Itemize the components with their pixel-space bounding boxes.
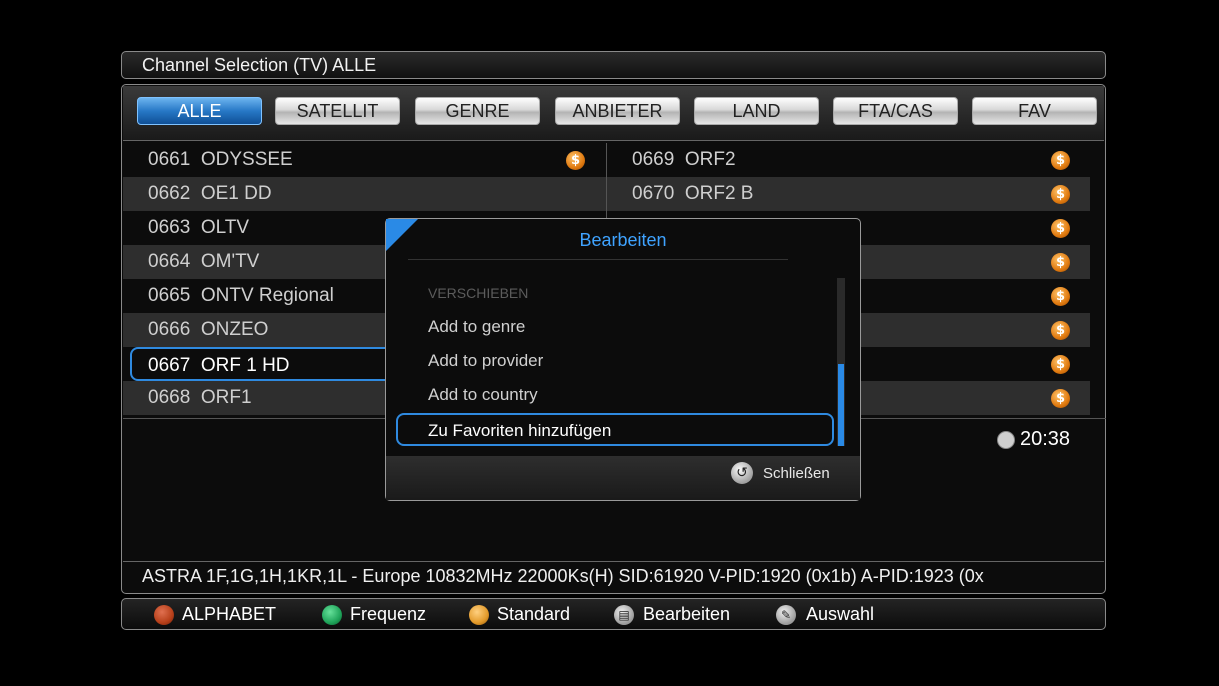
pencil-icon[interactable]: ✎ bbox=[776, 605, 796, 625]
encrypted-coin-icon: $ bbox=[1051, 253, 1070, 272]
channel-row[interactable]: 0662 OE1 DD bbox=[123, 177, 606, 211]
red-button-icon[interactable] bbox=[154, 605, 174, 625]
channel-name: ORF2 B bbox=[684, 183, 754, 204]
window-title: Channel Selection (TV) ALLE bbox=[121, 51, 1106, 79]
channel-number: 0670 bbox=[632, 183, 675, 204]
red-button-label: ALPHABET bbox=[182, 604, 277, 624]
clock-time: 20:38 bbox=[1020, 428, 1071, 450]
tab-genre[interactable]: GENRE bbox=[415, 97, 540, 125]
encrypted-coin-icon: $ bbox=[1051, 389, 1070, 408]
channel-name: ORF2 bbox=[684, 149, 736, 170]
channel-name: OM'TV bbox=[200, 251, 260, 272]
green-button-label: Frequenz bbox=[350, 604, 427, 624]
close-button-label[interactable]: Schließen bbox=[763, 465, 830, 482]
channel-name: ONZEO bbox=[200, 319, 269, 340]
tab-alle[interactable]: ALLE bbox=[137, 97, 262, 125]
channel-number: 0669 bbox=[632, 149, 675, 170]
channel-number: 0661 bbox=[148, 149, 191, 170]
channel-name: ORF 1 HD bbox=[200, 355, 290, 376]
transponder-info: ASTRA 1F,1G,1H,1KR,1L - Europe 10832MHz … bbox=[142, 566, 984, 586]
channel-number: 0667 bbox=[148, 355, 191, 376]
encrypted-coin-icon: $ bbox=[1051, 151, 1070, 170]
encrypted-coin-icon: $ bbox=[1051, 287, 1070, 306]
menu-button-label: Bearbeiten bbox=[643, 604, 731, 624]
channel-name: OE1 DD bbox=[200, 183, 272, 204]
menu-item-add-to-genre[interactable]: Add to genre bbox=[428, 317, 525, 337]
menu-item-add-to-provider[interactable]: Add to provider bbox=[428, 351, 543, 371]
tab-fta-cas[interactable]: FTA/CAS bbox=[833, 97, 958, 125]
tab-land[interactable]: LAND bbox=[694, 97, 819, 125]
menu-item-verschieben: VERSCHIEBEN bbox=[428, 285, 529, 301]
menu-item-add-to-favorites[interactable]: Zu Favoriten hinzufügen bbox=[428, 421, 611, 441]
menu-button-icon[interactable]: ▤ bbox=[614, 605, 634, 625]
yellow-button-icon[interactable] bbox=[469, 605, 489, 625]
tab-anbieter[interactable]: ANBIETER bbox=[555, 97, 680, 125]
channel-number: 0668 bbox=[148, 387, 191, 408]
encrypted-coin-icon: $ bbox=[1051, 355, 1070, 374]
encrypted-coin-icon: $ bbox=[566, 151, 585, 170]
popup-title-divider bbox=[408, 259, 788, 260]
tab-fav[interactable]: FAV bbox=[972, 97, 1097, 125]
menu-item-add-to-country[interactable]: Add to country bbox=[428, 385, 538, 405]
channel-name: OLTV bbox=[200, 217, 250, 238]
encrypted-coin-icon: $ bbox=[1051, 321, 1070, 340]
tab-satellit[interactable]: SATELLIT bbox=[275, 97, 400, 125]
popup-scrollbar-thumb[interactable] bbox=[838, 364, 844, 446]
channel-number: 0665 bbox=[148, 285, 191, 306]
yellow-button-label: Standard bbox=[497, 604, 571, 624]
encrypted-coin-icon: $ bbox=[1051, 185, 1070, 204]
channel-number: 0662 bbox=[148, 183, 191, 204]
channel-row[interactable]: 0670 ORF2 B bbox=[607, 177, 1090, 211]
channel-row[interactable]: 0669 ORF2 bbox=[607, 143, 1090, 177]
channel-row[interactable]: 0661 ODYSSEE bbox=[123, 143, 606, 177]
edit-button-label: Auswahl bbox=[806, 604, 875, 624]
channel-name: ORF1 bbox=[200, 387, 252, 408]
back-arrow-icon[interactable]: ↺ bbox=[731, 462, 753, 484]
popup-title: Bearbeiten bbox=[579, 230, 667, 250]
channel-number: 0663 bbox=[148, 217, 191, 238]
encrypted-coin-icon: $ bbox=[1051, 219, 1070, 238]
green-button-icon[interactable] bbox=[322, 605, 342, 625]
channel-name: ODYSSEE bbox=[200, 149, 293, 170]
channel-number: 0664 bbox=[148, 251, 191, 272]
channel-name: ONTV Regional bbox=[200, 285, 334, 306]
clock-icon bbox=[997, 431, 1015, 449]
info-divider bbox=[123, 561, 1104, 562]
channel-number: 0666 bbox=[148, 319, 191, 340]
